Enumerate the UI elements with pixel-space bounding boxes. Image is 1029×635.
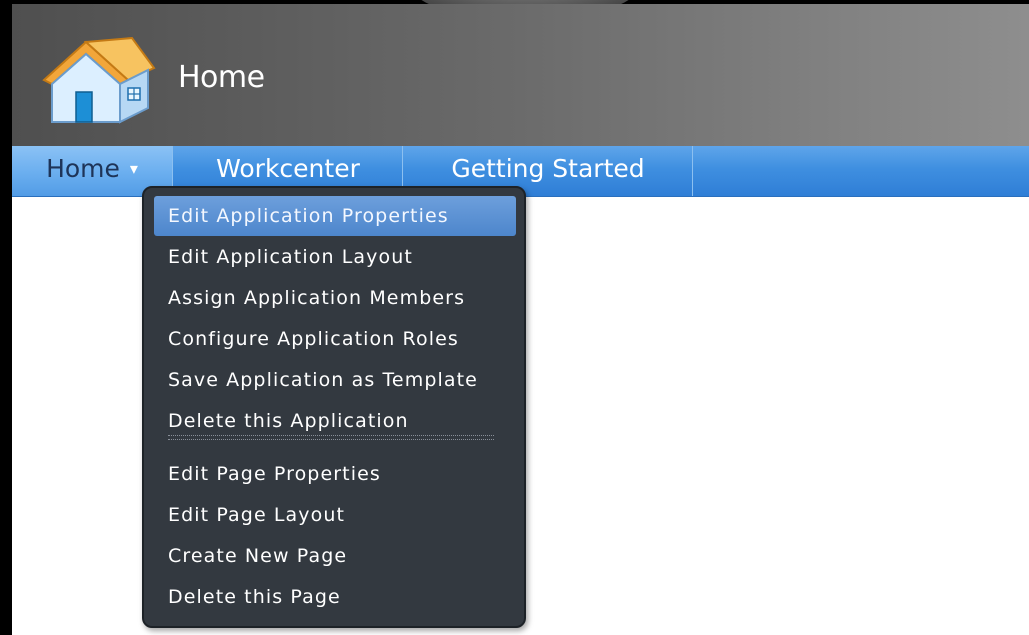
nav-tab-workcenter-label: Workcenter bbox=[216, 154, 360, 183]
home-dropdown-menu: Edit Application Properties Edit Applica… bbox=[142, 186, 526, 628]
menu-item-create-new-page[interactable]: Create New Page bbox=[154, 536, 516, 576]
nav-tab-getting-started-label: Getting Started bbox=[451, 154, 645, 183]
chevron-down-icon[interactable]: ▾ bbox=[130, 146, 138, 192]
app-window: Home Home ▾ Workcenter Getting Started Ed… bbox=[12, 4, 1029, 635]
menu-item-edit-page-properties[interactable]: Edit Page Properties bbox=[154, 454, 516, 494]
nav-divider bbox=[692, 146, 693, 196]
menu-item-delete-this-page[interactable]: Delete this Page bbox=[154, 577, 516, 617]
page-title: Home bbox=[178, 60, 265, 95]
page-header: Home bbox=[12, 4, 1029, 146]
nav-tab-home-label: Home bbox=[46, 154, 120, 183]
menu-item-edit-page-layout[interactable]: Edit Page Layout bbox=[154, 495, 516, 535]
menu-item-edit-application-properties[interactable]: Edit Application Properties bbox=[154, 196, 516, 236]
menu-item-assign-application-members[interactable]: Assign Application Members bbox=[154, 278, 516, 318]
menu-divider bbox=[168, 435, 494, 440]
screen-frame: Home Home ▾ Workcenter Getting Started Ed… bbox=[0, 0, 1029, 635]
menu-item-save-application-as-template[interactable]: Save Application as Template bbox=[154, 360, 516, 400]
menu-item-edit-application-layout[interactable]: Edit Application Layout bbox=[154, 237, 516, 277]
house-icon bbox=[42, 36, 156, 124]
menu-item-configure-application-roles[interactable]: Configure Application Roles bbox=[154, 319, 516, 359]
